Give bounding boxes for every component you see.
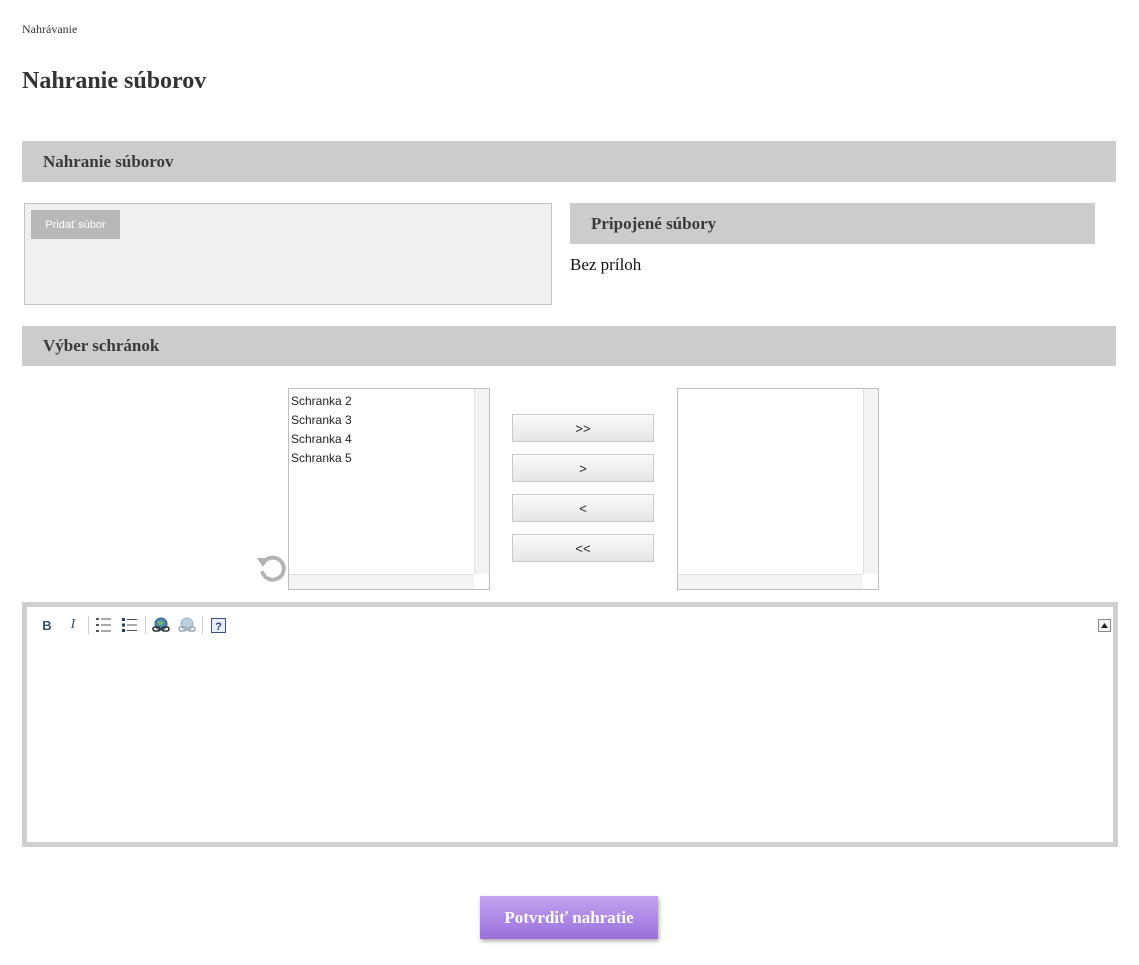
scroll-corner [474, 574, 489, 589]
breadcrumb: Nahrávanie [22, 22, 78, 36]
toolbar-separator [202, 616, 203, 634]
scroll-corner [863, 574, 878, 589]
no-attachments-text: Bez príloh [570, 255, 642, 274]
mailbox-section-title: Výber schránok [43, 336, 160, 355]
move-all-left-button[interactable]: << [512, 534, 654, 562]
add-file-button[interactable]: Pridať súbor [31, 210, 120, 239]
italic-icon[interactable]: I [63, 616, 83, 634]
unlink-icon[interactable] [177, 616, 197, 634]
list-item[interactable]: Schranka 3 [291, 411, 352, 430]
page-title: Nahranie súborov [22, 68, 207, 94]
ordered-list-icon[interactable] [94, 616, 114, 634]
move-right-button[interactable]: > [512, 454, 654, 482]
help-icon[interactable]: ? [208, 616, 228, 634]
italic-label: I [70, 617, 76, 632]
confirm-upload-button[interactable]: Potvrdiť nahratie [480, 896, 658, 939]
caret-up-icon [1101, 623, 1108, 628]
toolbar-separator [88, 616, 89, 634]
upload-section-header: Nahranie súborov [22, 141, 1116, 182]
attached-files-title: Pripojené súbory [591, 213, 717, 233]
mailbox-section-header: Výber schránok [22, 326, 1116, 366]
selected-mailboxes-list[interactable] [677, 388, 879, 590]
editor-toolbar: B I ? [37, 615, 234, 635]
bold-label: B [42, 617, 52, 633]
list-item[interactable]: Schranka 4 [291, 430, 352, 449]
link-icon[interactable] [151, 616, 171, 634]
list-item[interactable]: Schranka 5 [291, 449, 352, 468]
attached-files-header: Pripojené súbory [570, 203, 1095, 244]
rich-text-editor[interactable]: B I ? [22, 602, 1118, 847]
refresh-icon[interactable] [256, 552, 288, 584]
upload-section-title: Nahranie súborov [43, 151, 174, 171]
move-all-right-button[interactable]: >> [512, 414, 654, 442]
upload-drop-area[interactable]: Pridať súbor [24, 203, 552, 305]
horizontal-scrollbar[interactable] [289, 574, 474, 589]
available-mailboxes-list[interactable]: Schranka 2 Schranka 3 Schranka 4 Schrank… [288, 388, 490, 590]
bold-icon[interactable]: B [37, 616, 57, 634]
toolbar-separator [145, 616, 146, 634]
list-item[interactable]: Schranka 2 [291, 392, 352, 411]
svg-text:?: ? [215, 621, 222, 633]
horizontal-scrollbar[interactable] [678, 574, 863, 589]
unordered-list-icon[interactable] [120, 616, 140, 634]
collapse-toolbar-button[interactable] [1098, 619, 1111, 632]
vertical-scrollbar[interactable] [474, 389, 489, 574]
vertical-scrollbar[interactable] [863, 389, 878, 574]
move-left-button[interactable]: < [512, 494, 654, 522]
